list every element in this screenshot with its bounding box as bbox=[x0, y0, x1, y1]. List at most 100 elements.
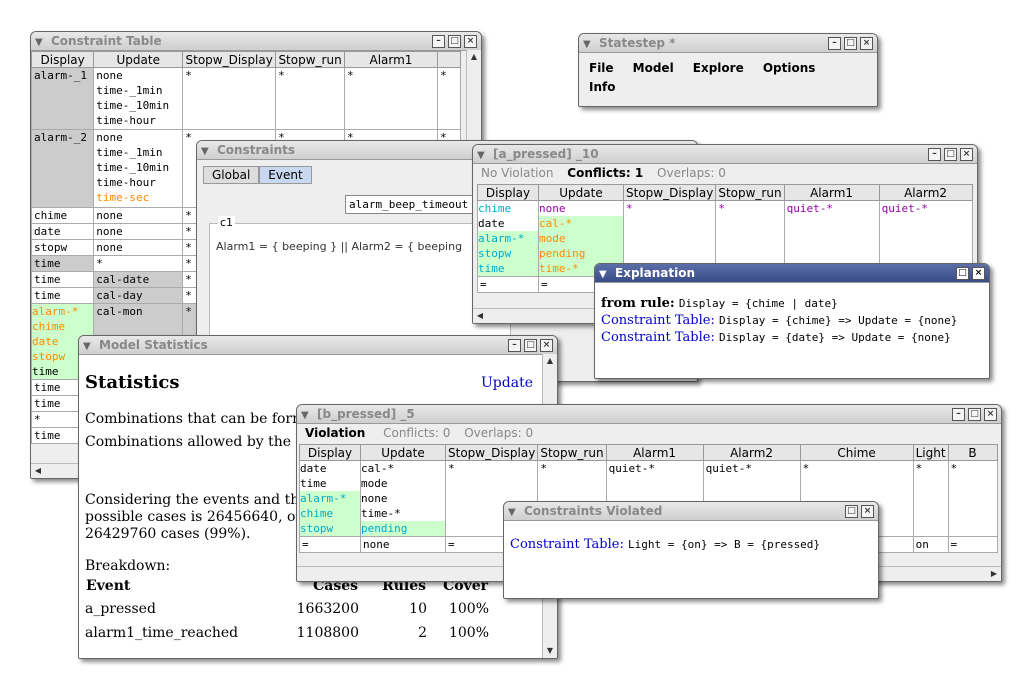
b-pressed-titlebar[interactable]: ▼ [b_pressed] _5 – □ × bbox=[297, 405, 1001, 424]
col-header[interactable]: Stopw_Display bbox=[622, 184, 717, 201]
tab-event[interactable]: Event bbox=[259, 166, 312, 184]
cell-display[interactable]: time bbox=[31, 287, 95, 304]
maximize-icon[interactable]: □ bbox=[845, 504, 858, 518]
cell-update[interactable]: * bbox=[93, 255, 184, 272]
col-header[interactable]: Display bbox=[31, 51, 95, 68]
menu-model[interactable]: Model bbox=[633, 61, 674, 75]
scroll-up-icon[interactable]: ▲ bbox=[543, 354, 557, 368]
close-icon[interactable]: × bbox=[984, 407, 997, 421]
close-icon[interactable]: × bbox=[540, 338, 553, 352]
cell[interactable]: on bbox=[912, 536, 949, 553]
constraint-table-link[interactable]: Constraint Table: bbox=[510, 537, 624, 552]
cell-display[interactable]: stopw bbox=[31, 239, 95, 256]
cell[interactable]: * bbox=[344, 67, 438, 130]
minimize-icon[interactable]: – bbox=[508, 338, 521, 352]
cell-update[interactable]: cal-day bbox=[93, 287, 184, 304]
cell-update[interactable]: cal-date bbox=[93, 271, 184, 288]
scroll-up-icon[interactable]: ▲ bbox=[467, 50, 481, 64]
chevron-down-icon[interactable]: ▼ bbox=[599, 266, 613, 284]
maximize-icon[interactable]: □ bbox=[968, 407, 981, 421]
col-header[interactable]: Chime bbox=[799, 444, 914, 461]
explanation-titlebar[interactable]: ▼ Explanation □ × bbox=[595, 264, 989, 283]
cell-update[interactable]: none bbox=[93, 239, 184, 256]
col-header[interactable]: Alarm2 bbox=[702, 444, 801, 461]
cell[interactable]: * bbox=[436, 67, 462, 130]
cell-display[interactable]: alarm-_2 bbox=[31, 129, 95, 208]
constraint-expression[interactable]: Alarm1 = { beeping } || Alarm2 = { beepi… bbox=[216, 240, 462, 253]
minimize-icon[interactable]: – bbox=[952, 407, 965, 421]
constraint-table-link[interactable]: Constraint Table: bbox=[601, 330, 715, 345]
cell-display[interactable]: date bbox=[31, 223, 95, 240]
col-header[interactable]: Display bbox=[477, 184, 539, 201]
model-statistics-titlebar[interactable]: ▼ Model Statistics – □ × bbox=[79, 336, 557, 355]
col-header[interactable]: Update bbox=[538, 184, 624, 201]
cell-display[interactable]: time bbox=[31, 271, 95, 288]
constraint-table-titlebar[interactable]: ▼ Constraint Table – □ × bbox=[31, 32, 481, 51]
cell-update[interactable]: none time-_1min time-_10min time-hour time-s… bbox=[93, 129, 184, 208]
cell-update[interactable]: cal-* mode none time-* pending bbox=[360, 460, 446, 537]
minimize-icon[interactable]: – bbox=[828, 36, 841, 50]
maximize-icon[interactable]: □ bbox=[956, 266, 969, 280]
scroll-left-icon[interactable]: ◀ bbox=[31, 464, 45, 478]
menu-info[interactable]: Info bbox=[589, 80, 615, 94]
violation-status[interactable]: Violation bbox=[305, 426, 365, 440]
maximize-icon[interactable]: □ bbox=[844, 36, 857, 50]
col-header[interactable]: Update bbox=[360, 444, 446, 461]
chevron-down-icon[interactable]: ▼ bbox=[35, 34, 49, 52]
a-pressed-titlebar[interactable]: ▼ [a_pressed] _10 – □ × bbox=[473, 145, 977, 164]
menu-explore[interactable]: Explore bbox=[693, 61, 744, 75]
cell[interactable]: = bbox=[477, 276, 539, 293]
menu-file[interactable]: File bbox=[589, 61, 614, 75]
chevron-down-icon[interactable]: ▼ bbox=[508, 504, 522, 522]
constraint-table-link[interactable]: Constraint Table: bbox=[601, 313, 715, 328]
menu-options[interactable]: Options bbox=[763, 61, 816, 75]
close-icon[interactable]: × bbox=[860, 36, 873, 50]
cell-display[interactable]: chime date alarm-* stopw time bbox=[477, 200, 539, 277]
col-header[interactable]: B bbox=[947, 444, 998, 461]
col-header[interactable]: Stopw_Display bbox=[444, 444, 539, 461]
maximize-icon[interactable]: □ bbox=[944, 147, 957, 161]
chevron-down-icon[interactable]: ▼ bbox=[301, 407, 315, 425]
col-header[interactable]: Alarm1 bbox=[605, 444, 704, 461]
chevron-down-icon[interactable]: ▼ bbox=[583, 36, 597, 54]
col-header[interactable]: Stopw_run bbox=[275, 51, 345, 68]
cell[interactable]: * bbox=[275, 67, 345, 130]
close-icon[interactable]: × bbox=[960, 147, 973, 161]
table-row[interactable]: alarm-_1 none time-_1min time-_10min time-h… bbox=[31, 67, 462, 130]
cell-update[interactable]: none time-_1min time-_10min time-hour bbox=[93, 67, 184, 130]
cell-update[interactable]: none bbox=[93, 223, 184, 240]
col-header[interactable]: Display bbox=[299, 444, 361, 461]
cell-display[interactable]: time bbox=[31, 255, 95, 272]
col-header[interactable]: Alarm2 bbox=[878, 184, 973, 201]
maximize-icon[interactable]: □ bbox=[524, 338, 537, 352]
col-header[interactable]: Alarm1 bbox=[783, 184, 880, 201]
scroll-down-icon[interactable]: ▼ bbox=[543, 644, 557, 658]
minimize-icon[interactable]: – bbox=[928, 147, 941, 161]
chevron-down-icon[interactable]: ▼ bbox=[477, 147, 491, 165]
col-header[interactable]: Light bbox=[912, 444, 949, 461]
cell[interactable]: = bbox=[947, 536, 998, 553]
update-link[interactable]: Update bbox=[481, 375, 533, 391]
cell[interactable]: * bbox=[912, 460, 949, 537]
chevron-down-icon[interactable]: ▼ bbox=[201, 143, 215, 161]
cell[interactable]: none bbox=[360, 536, 446, 553]
scroll-left-icon[interactable]: ◀ bbox=[473, 309, 487, 323]
cell[interactable]: * bbox=[182, 67, 277, 130]
maximize-icon[interactable]: □ bbox=[448, 34, 461, 48]
cell[interactable]: * bbox=[947, 460, 998, 537]
close-icon[interactable]: × bbox=[972, 266, 985, 280]
tab-global[interactable]: Global bbox=[203, 166, 260, 184]
cell-display[interactable]: alarm-_1 bbox=[31, 67, 95, 130]
cell-display[interactable]: chime bbox=[31, 207, 95, 224]
event-select[interactable]: alarm_beep_timeout bbox=[345, 195, 493, 214]
constraints-violated-titlebar[interactable]: ▼ Constraints Violated □ × bbox=[504, 502, 878, 521]
close-icon[interactable]: × bbox=[464, 34, 477, 48]
close-icon[interactable]: × bbox=[861, 504, 874, 518]
chevron-down-icon[interactable]: ▼ bbox=[83, 338, 97, 356]
col-header[interactable]: Alarm1 bbox=[344, 51, 438, 68]
minimize-icon[interactable]: – bbox=[432, 34, 445, 48]
cell-display[interactable]: date time alarm-* chime stopw bbox=[299, 460, 361, 537]
col-header[interactable]: Stopw_run bbox=[715, 184, 785, 201]
statestep-titlebar[interactable]: ▼ Statestep * – □ × bbox=[579, 34, 877, 53]
col-header[interactable]: Update bbox=[93, 51, 184, 68]
